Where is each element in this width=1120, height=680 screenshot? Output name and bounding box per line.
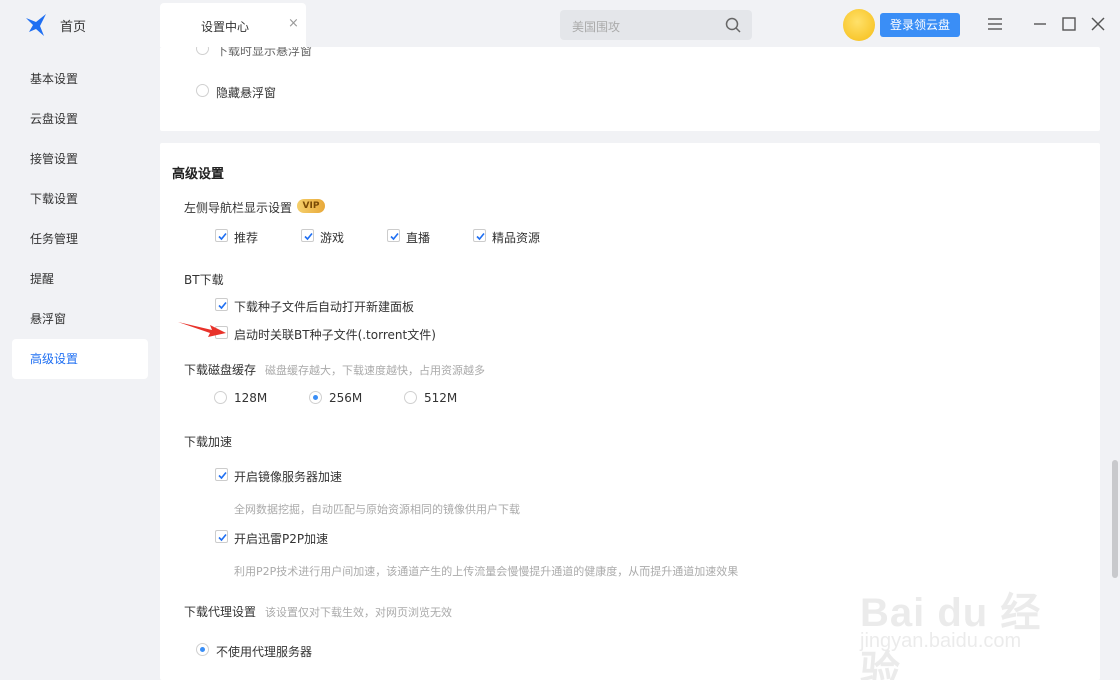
section-title-advanced: 高级设置 [172, 167, 225, 182]
accel-label: 下载加速 [184, 435, 233, 449]
sidebar-item-task[interactable]: 任务管理 [12, 219, 148, 259]
checkbox-bt-associate-label: 启动时关联BT种子文件(.torrent文件) [234, 328, 436, 342]
search-input[interactable]: 美国围攻 [572, 18, 620, 35]
tab-close-icon[interactable]: × [288, 16, 299, 31]
checkbox-games-label: 游戏 [320, 231, 345, 245]
sidebar-item-basic[interactable]: 基本设置 [12, 59, 148, 99]
login-button-overlay[interactable]: 登录领云盘 [880, 13, 960, 37]
checkbox-live-label: 直播 [406, 231, 431, 245]
checkbox-live[interactable] [387, 229, 400, 242]
radio-cache-128-label: 128M [234, 391, 268, 405]
p2p-accel-desc: 利用P2P技术进行用户间加速，该通道产生的上传流量会慢慢提升通道的健康度，从而提… [234, 565, 739, 578]
scrollbar-track[interactable] [1108, 47, 1120, 680]
close-icon[interactable] [1088, 14, 1108, 34]
checkbox-p2p-accel[interactable] [215, 530, 228, 543]
sidebar-item-cloud[interactable]: 云盘设置 [12, 99, 148, 139]
checkbox-bt-auto-open-label: 下载种子文件后自动打开新建面板 [234, 300, 415, 314]
radio-cache-128[interactable] [214, 391, 227, 404]
checkbox-p2p-accel-label: 开启迅雷P2P加速 [234, 532, 329, 546]
radio-cache-512-label: 512M [424, 391, 458, 405]
avatar-overlay[interactable] [843, 9, 875, 41]
disk-cache-hint: 磁盘缓存越大，下载速度越快，占用资源越多 [265, 364, 485, 377]
proxy-label: 下载代理设置 [184, 605, 257, 619]
vip-badge: VIP [297, 199, 325, 213]
sidebar-item-advanced[interactable]: 高级设置 [12, 339, 148, 379]
tab-settings-center-overlay[interactable]: 设置中心 × [160, 3, 306, 47]
radio-no-proxy-label: 不使用代理服务器 [216, 645, 313, 659]
disk-cache-label: 下载磁盘缓存 [184, 363, 257, 377]
tab-label: 设置中心 [201, 20, 250, 34]
radio-cache-256[interactable] [309, 391, 322, 404]
watermark-domain: jingyan.baidu.com [860, 630, 1022, 652]
sidebar-item-reminder[interactable]: 提醒 [12, 259, 148, 299]
option-hide-float-label: 隐藏悬浮窗 [216, 86, 277, 100]
menu-icon[interactable] [985, 14, 1005, 34]
sidebar-item-takeover[interactable]: 接管设置 [12, 139, 148, 179]
radio-hide-float[interactable] [196, 84, 209, 97]
xunlei-logo-icon[interactable] [24, 12, 50, 38]
checkbox-premium-label: 精品资源 [492, 231, 541, 245]
float-window-card [160, 47, 1100, 131]
checkbox-mirror-accel-label: 开启镜像服务器加速 [234, 470, 343, 484]
sidebar-item-download[interactable]: 下载设置 [12, 179, 148, 219]
checkbox-games[interactable] [301, 229, 314, 242]
radio-no-proxy[interactable] [196, 643, 209, 656]
mirror-accel-desc: 全网数据挖掘，自动匹配与原始资源相同的镜像供用户下载 [234, 503, 520, 516]
search-box-overlay[interactable]: 美国围攻 [560, 10, 752, 40]
checkbox-mirror-accel[interactable] [215, 468, 228, 481]
home-label[interactable]: 首页 [60, 16, 86, 35]
bt-download-label: BT下载 [184, 273, 224, 287]
nav-display-label: 左侧导航栏显示设置 [184, 201, 293, 215]
settings-sidebar: 基本设置 云盘设置 接管设置 下载设置 任务管理 提醒 悬浮窗 高级设置 [0, 47, 160, 680]
checkbox-recommend[interactable] [215, 229, 228, 242]
baidu-jingyan-watermark: Bai du 经验 jingyan.baidu.com [860, 560, 1080, 680]
minimize-icon[interactable] [1030, 14, 1050, 34]
red-arrow-icon [178, 322, 226, 337]
search-icon[interactable] [724, 16, 742, 34]
radio-cache-256-label: 256M [329, 391, 363, 405]
checkbox-recommend-label: 推荐 [234, 231, 259, 245]
scrollbar-thumb[interactable] [1112, 460, 1118, 578]
sidebar-item-float[interactable]: 悬浮窗 [12, 299, 148, 339]
maximize-icon[interactable] [1059, 14, 1079, 34]
proxy-hint: 该设置仅对下载生效，对网页浏览无效 [265, 606, 452, 619]
checkbox-premium[interactable] [473, 229, 486, 242]
checkbox-bt-auto-open[interactable] [215, 298, 228, 311]
radio-cache-512[interactable] [404, 391, 417, 404]
